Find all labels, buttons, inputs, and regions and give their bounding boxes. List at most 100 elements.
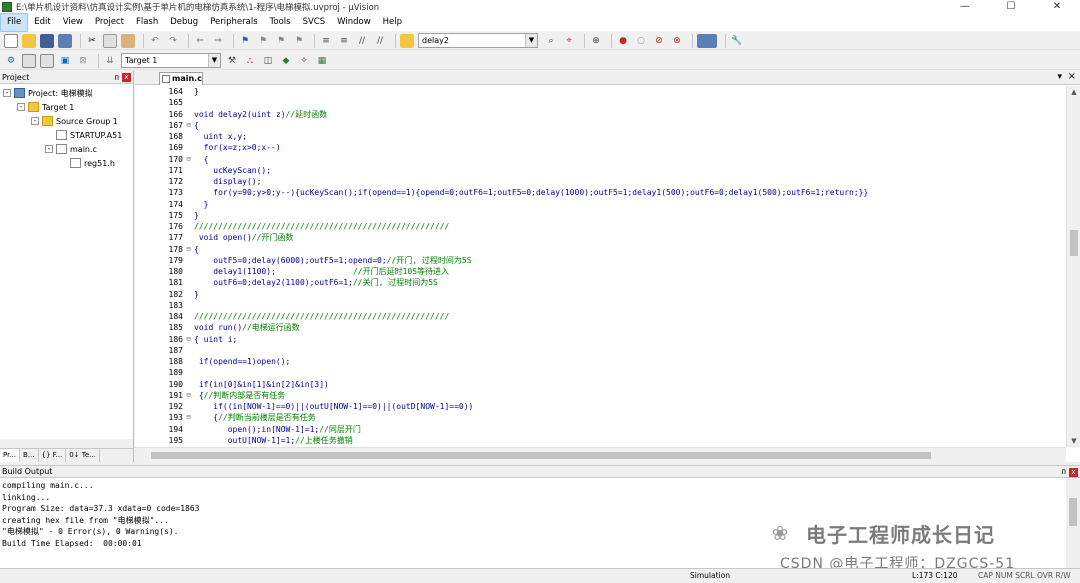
tree-item[interactable]: - main.c: [0, 142, 133, 156]
expand-toggle-icon[interactable]: -: [45, 145, 53, 153]
close-icon[interactable]: ×: [1068, 71, 1076, 82]
tab-main-c[interactable]: main.c: [159, 72, 203, 85]
fold-marker-icon[interactable]: ⊟: [185, 244, 192, 255]
save-all-icon[interactable]: [58, 33, 72, 48]
expand-toggle-icon[interactable]: -: [31, 117, 39, 125]
tab-functions[interactable]: {} F...: [39, 449, 67, 462]
tab-templates[interactable]: 0↓ Te...: [66, 449, 100, 462]
next-bookmark-icon[interactable]: ⚑: [274, 34, 288, 48]
expand-toggle-icon[interactable]: -: [17, 103, 25, 111]
configure-icon[interactable]: 🔧: [730, 34, 744, 48]
tree-item[interactable]: reg51.h: [0, 156, 133, 170]
pin-icon[interactable]: ᴨ: [1061, 466, 1066, 478]
manage-project-items-icon[interactable]: ⛬: [243, 54, 257, 68]
save-icon[interactable]: [40, 33, 54, 48]
fold-marker-icon[interactable]: ⊟: [185, 412, 192, 423]
menu-help[interactable]: Help: [377, 14, 408, 31]
fold-marker-icon[interactable]: ⊟: [185, 334, 192, 345]
menu-peripherals[interactable]: Peripherals: [204, 14, 263, 31]
code-token: }: [194, 199, 209, 209]
editor-horizontal-scrollbar[interactable]: [135, 447, 1066, 462]
build-icon[interactable]: [22, 53, 36, 68]
close-button[interactable]: ✕: [1034, 0, 1080, 14]
editor-vertical-scrollbar[interactable]: ▲ ▼: [1066, 86, 1080, 447]
find-replace-icon[interactable]: ⌖: [562, 34, 576, 48]
pin-icon[interactable]: ᴨ: [114, 71, 119, 84]
menu-window[interactable]: Window: [331, 14, 377, 31]
rebuild-icon[interactable]: [40, 53, 54, 68]
line-number: 180: [168, 267, 183, 276]
chevron-down-icon[interactable]: ▼: [525, 34, 537, 47]
enable-breakpoint-icon[interactable]: ○: [634, 34, 648, 48]
indent-icon[interactable]: ≡: [319, 34, 333, 48]
tree-item[interactable]: - Project: 电梯模拟: [0, 86, 133, 100]
bookmark-icon[interactable]: ⚑: [238, 34, 252, 48]
chevron-down-icon[interactable]: ▾: [1057, 72, 1062, 82]
scrollbar-thumb[interactable]: [151, 452, 931, 459]
translate-icon[interactable]: ⚙: [4, 54, 18, 68]
comment-icon[interactable]: //: [355, 34, 369, 48]
menu-debug[interactable]: Debug: [164, 14, 204, 31]
open-folder-icon[interactable]: [22, 33, 36, 48]
insert-breakpoint-icon[interactable]: ●: [616, 34, 630, 48]
menu-view[interactable]: View: [57, 14, 89, 31]
menu-svcs[interactable]: SVCS: [297, 14, 332, 31]
paste-icon[interactable]: [121, 33, 135, 48]
find-combo[interactable]: delay2 ▼: [418, 33, 538, 48]
nav-back-icon[interactable]: ⇐: [193, 34, 207, 48]
build-output-scrollbar[interactable]: [1066, 478, 1080, 568]
new-file-icon[interactable]: [4, 33, 18, 48]
code-token: if(opend==1)open();: [194, 357, 291, 366]
menu-tools[interactable]: Tools: [264, 14, 297, 31]
tab-books[interactable]: B...: [20, 449, 39, 462]
close-icon[interactable]: x: [1069, 468, 1078, 477]
tree-item[interactable]: STARTUP.A51: [0, 128, 133, 142]
minimize-button[interactable]: —: [942, 0, 988, 14]
find-in-files-icon[interactable]: [400, 33, 414, 48]
scrollbar-thumb[interactable]: [1069, 498, 1077, 526]
nav-forward-icon[interactable]: ⇒: [211, 34, 225, 48]
prev-bookmark-icon[interactable]: ⚑: [256, 34, 270, 48]
copy-icon[interactable]: [103, 33, 117, 48]
fold-marker-icon[interactable]: ⊟: [185, 120, 192, 131]
pack-installer-icon[interactable]: ✧: [297, 54, 311, 68]
batch-build-icon[interactable]: ▣: [58, 54, 72, 68]
redo-icon[interactable]: ↷: [166, 34, 180, 48]
target-combo[interactable]: Target 1 ▼: [121, 53, 221, 68]
scroll-up-icon[interactable]: ▲: [1067, 88, 1080, 96]
menu-project[interactable]: Project: [89, 14, 130, 31]
debug-session-icon[interactable]: ⊕: [589, 34, 603, 48]
unindent-icon[interactable]: ≡: [337, 34, 351, 48]
target-options-icon[interactable]: ⚒: [225, 54, 239, 68]
status-bar: Simulation L:173 C:120 CAP NUM SCRL OVR …: [0, 568, 1080, 583]
cut-icon[interactable]: ✂: [85, 34, 99, 48]
menu-edit[interactable]: Edit: [28, 14, 56, 31]
fold-marker-icon[interactable]: ⊟: [185, 154, 192, 165]
code-editor[interactable]: 164} 165 166 void delay2(uint z)//延时函数 167 ⊟{…: [135, 86, 1066, 447]
clear-bookmarks-icon[interactable]: ⚑: [292, 34, 306, 48]
fold-marker-icon[interactable]: ⊟: [185, 390, 192, 401]
scrollbar-thumb[interactable]: [1070, 230, 1078, 256]
chevron-down-icon[interactable]: ▼: [208, 54, 220, 67]
kill-breakpoints-icon[interactable]: ⊗: [670, 34, 684, 48]
tab-project[interactable]: Pr...: [0, 449, 21, 462]
menu-flash[interactable]: Flash: [130, 14, 164, 31]
window-layout-icon[interactable]: [697, 33, 717, 48]
multi-project-icon[interactable]: ▦: [315, 54, 329, 68]
undo-icon[interactable]: ↶: [148, 34, 162, 48]
stop-build-icon[interactable]: ⊠: [76, 54, 90, 68]
tree-item[interactable]: - Target 1: [0, 100, 133, 114]
uncomment-icon[interactable]: //: [373, 34, 387, 48]
manage-runtime-icon[interactable]: ◆: [279, 54, 293, 68]
close-icon[interactable]: x: [122, 73, 131, 82]
maximize-button[interactable]: ☐: [988, 0, 1034, 14]
incremental-find-icon[interactable]: ⌕: [544, 34, 558, 48]
project-pane-scrollbar[interactable]: [0, 439, 133, 448]
select-packs-icon[interactable]: ◫: [261, 54, 275, 68]
download-icon[interactable]: ⇊: [103, 54, 117, 68]
tree-item[interactable]: - Source Group 1: [0, 114, 133, 128]
menu-file[interactable]: File: [0, 13, 29, 32]
scroll-down-icon[interactable]: ▼: [1067, 437, 1080, 445]
expand-toggle-icon[interactable]: -: [3, 89, 11, 97]
disable-breakpoints-icon[interactable]: ⊘: [652, 34, 666, 48]
